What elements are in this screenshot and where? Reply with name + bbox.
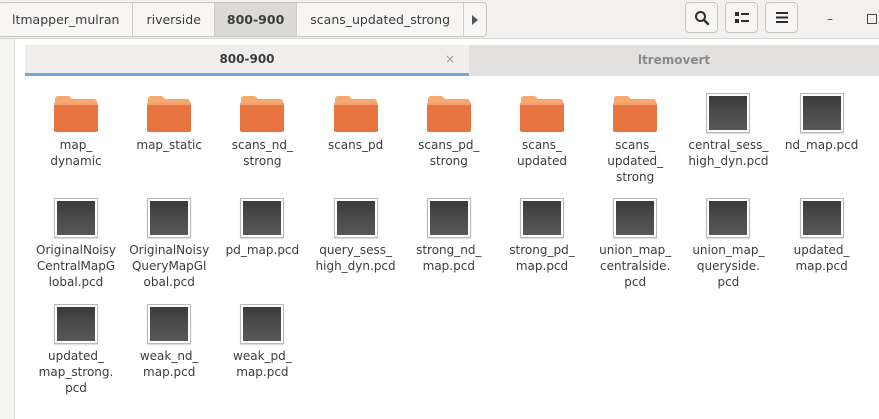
folder-item[interactable]: scans_ updated [495,93,589,169]
file-item[interactable]: pd_map.pcd [215,198,309,258]
file-item[interactable]: OriginalNoisy QueryMapGl obal.pcd [122,198,216,290]
pcd-file-icon [706,198,751,238]
file-item[interactable]: updated_ map_strong. pcd [29,304,123,396]
file-item[interactable]: union_map_ centralside. pcd [588,198,682,290]
folder-icon [147,96,192,132]
view-toggle-button[interactable] [725,2,758,33]
tab-ltremovert[interactable]: ltremovert [469,45,879,76]
file-item[interactable]: central_sess_ high_dyn.pcd [681,93,775,169]
item-label: scans_ updated_ strong [607,138,664,184]
folder-icon [240,96,285,132]
folder-icon [333,96,378,132]
close-icon[interactable]: × [445,45,455,74]
folder-icon [520,96,564,132]
item-label: OriginalNoisy CentralMapG lobal.pcd [36,243,116,289]
file-item[interactable]: updated_ map.pcd [775,198,869,274]
folder-icon [426,96,471,132]
folder-item[interactable]: map_static [122,93,216,153]
pcd-file-icon [333,198,378,238]
minimize-icon: – [827,12,833,26]
tab-bar: 800-900 × ltremovert [25,45,879,76]
file-item[interactable]: weak_pd_ map.pcd [215,304,309,380]
file-item[interactable]: weak_nd_ map.pcd [122,304,216,380]
header-bar: ltmapper_mulran riverside 800-900 scans_… [0,0,879,39]
item-label: weak_nd_ map.pcd [139,349,199,379]
pcd-file-icon [799,93,844,133]
menu-button[interactable] [765,2,798,33]
pcd-file-icon [706,93,751,133]
file-item[interactable]: nd_map.pcd [775,93,869,153]
chevron-right-icon [472,14,479,25]
folder-item[interactable]: scans_ updated_ strong [588,93,682,185]
folder-item[interactable]: scans_pd [309,93,403,153]
view-toggle-icon [734,11,749,23]
item-label: strong_pd_ map.pcd [509,243,575,273]
item-label: central_sess_ high_dyn.pcd [688,138,769,168]
maximize-icon [867,14,877,24]
item-label: updated_ map.pcd [793,243,850,273]
item-label: map_ dynamic [50,138,102,168]
search-button[interactable] [685,2,718,33]
pcd-file-icon [426,198,471,238]
breadcrumb-item-scans-updated-strong[interactable]: scans_updated_strong [297,3,465,36]
file-item[interactable]: strong_nd_ map.pcd [402,198,496,274]
pcd-file-icon [799,198,844,238]
pcd-file-icon [147,198,192,238]
item-label: union_map_ queryside. pcd [692,243,765,289]
pcd-file-icon [54,198,98,238]
pcd-file-icon [147,304,192,344]
hamburger-menu-icon [775,12,788,23]
breadcrumb-forward-button[interactable] [464,3,486,36]
item-label: pd_map.pcd [225,243,300,257]
breadcrumb-item-ltmapper-mulran[interactable]: ltmapper_mulran [0,3,134,36]
folder-item[interactable]: scans_nd_ strong [215,93,309,169]
file-item[interactable]: OriginalNoisy CentralMapG lobal.pcd [29,198,123,290]
tab-label: ltremovert [637,53,711,67]
breadcrumb-item-riverside[interactable]: riverside [133,3,215,36]
item-label: nd_map.pcd [784,138,859,152]
pcd-file-icon [520,198,564,238]
item-label: weak_pd_ map.pcd [233,349,292,379]
pcd-file-icon [613,198,658,238]
file-grid: map_ dynamic map_static scans_nd_ strong sc… [14,77,879,419]
search-icon [694,10,709,25]
tab-800-900[interactable]: 800-900 × [25,45,469,76]
minimize-button[interactable]: – [818,0,842,38]
folder-item[interactable]: map_ dynamic [29,93,123,169]
item-label: strong_nd_ map.pcd [416,243,482,273]
file-item[interactable]: query_sess_ high_dyn.pcd [309,198,403,274]
pcd-file-icon [240,304,285,344]
file-item[interactable]: strong_pd_ map.pcd [495,198,589,274]
item-label: scans_nd_ strong [231,138,294,168]
item-label: scans_ updated [517,138,567,168]
folder-icon [54,96,98,132]
folder-icon [613,96,658,132]
maximize-button[interactable] [860,0,879,38]
breadcrumb: ltmapper_mulran riverside 800-900 scans_… [0,2,488,37]
sidebar [0,39,15,419]
breadcrumb-item-800-900[interactable]: 800-900 [214,3,298,36]
item-label: scans_pd [327,138,384,152]
folder-item[interactable]: scans_pd_ strong [402,93,496,169]
item-label: query_sess_ high_dyn.pcd [315,243,396,273]
item-label: OriginalNoisy QueryMapGl obal.pcd [129,243,210,289]
tab-label: 800-900 [219,52,275,66]
item-label: map_static [136,138,202,152]
file-item[interactable]: union_map_ queryside. pcd [681,198,775,290]
pcd-file-icon [240,198,285,238]
item-label: union_map_ centralside. pcd [599,243,672,289]
pcd-file-icon [54,304,98,344]
item-label: updated_ map_strong. pcd [38,349,114,395]
item-label: scans_pd_ strong [418,138,480,168]
